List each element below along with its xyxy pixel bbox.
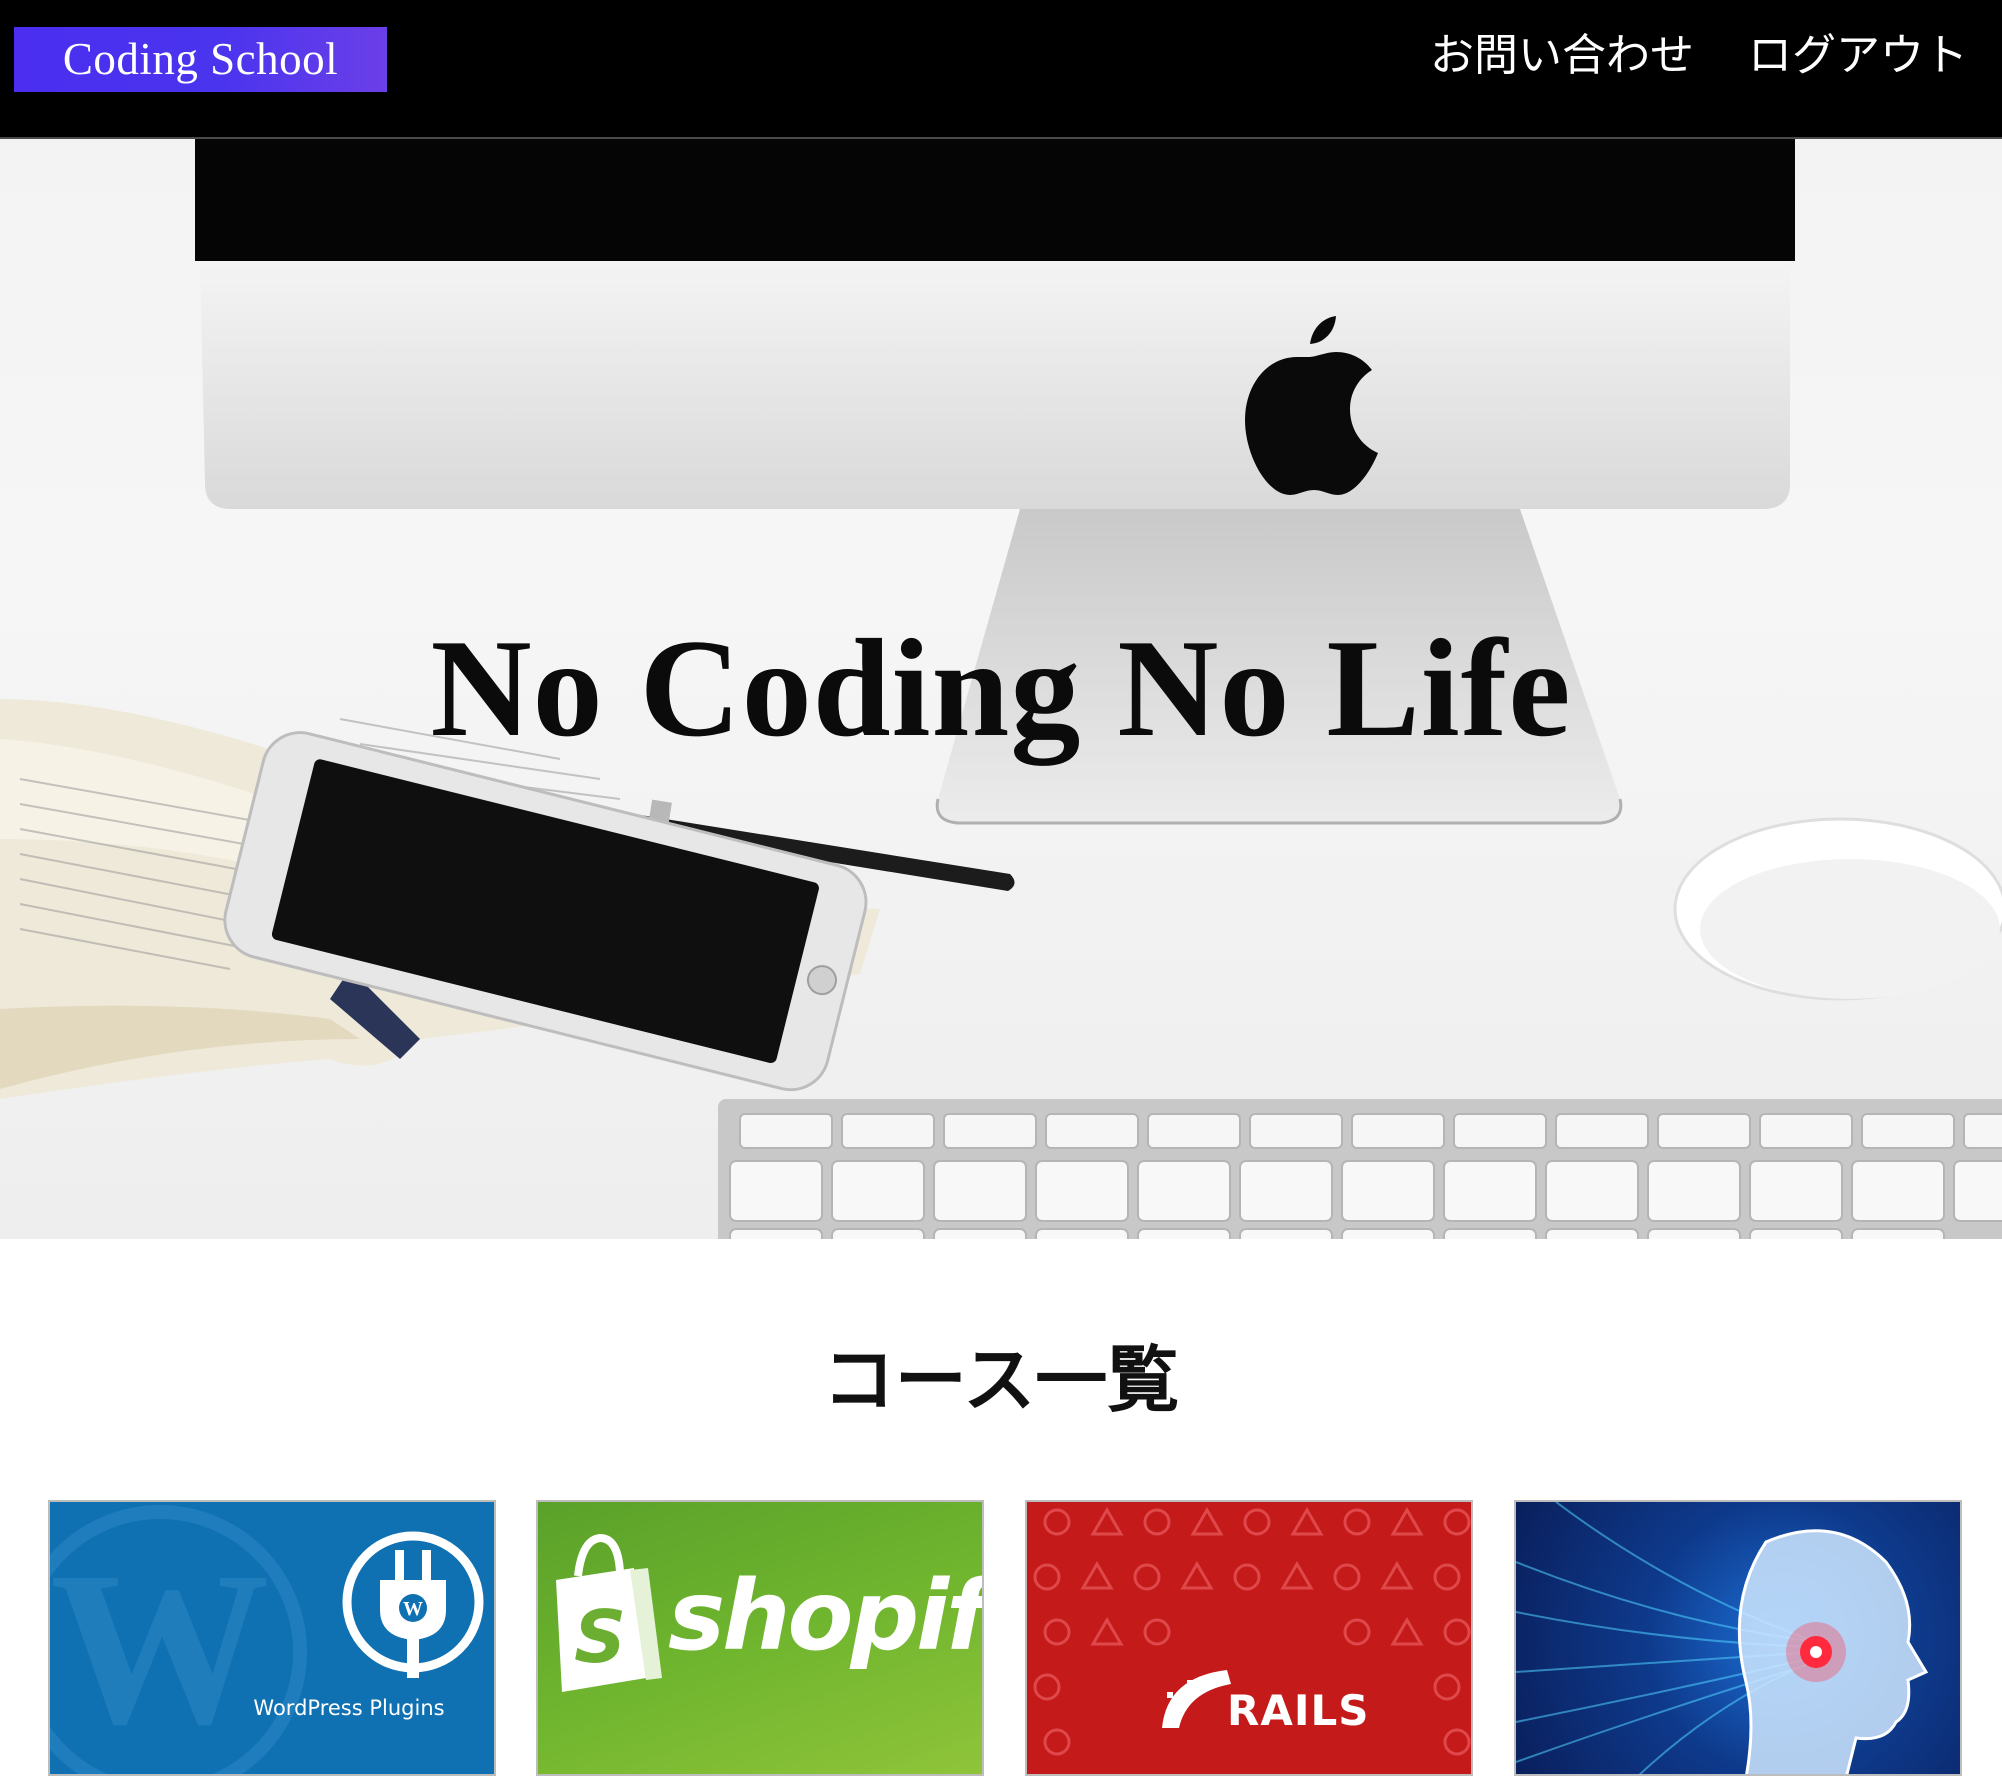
course-card-rails[interactable]: RAILS [1025,1500,1473,1776]
course-card-ai[interactable] [1514,1500,1962,1776]
svg-text:W: W [50,1526,270,1770]
hero-section: No Coding No Life [0,139,2002,1239]
course-card-shopify[interactable]: S shopify [536,1500,984,1776]
page: Coding School お問い合わせ ログアウト No Coding No … [0,0,2002,1776]
ai-head-image [1516,1502,1929,1774]
wordpress-card-caption: WordPress Plugins [253,1696,445,1720]
rails-logo-icon [1162,1670,1231,1728]
plug-icon: W [342,1531,484,1678]
wordpress-card-image: W W [50,1505,484,1774]
svg-text:W: W [403,1598,423,1620]
course-card-wordpress[interactable]: W W WordPress Plugins [48,1500,496,1776]
nav-contact-link[interactable]: お問い合わせ [1430,26,1694,86]
hero-title: No Coding No Life [430,611,1572,766]
svg-text:S: S [574,1595,626,1679]
course-list: W W WordPress Plugins S shopif RAILS [48,1500,1964,1776]
rails-card-caption: RAILS [1227,1686,1370,1735]
shopify-card-caption: shopify [668,1560,984,1672]
main-nav: お問い合わせ ログアウト [1430,26,1968,86]
site-logo[interactable]: Coding School [14,27,387,92]
site-header: Coding School お問い合わせ ログアウト [0,0,2002,139]
nav-logout-link[interactable]: ログアウト [1748,26,1968,86]
courses-heading: コース一覧 [822,1337,1180,1422]
